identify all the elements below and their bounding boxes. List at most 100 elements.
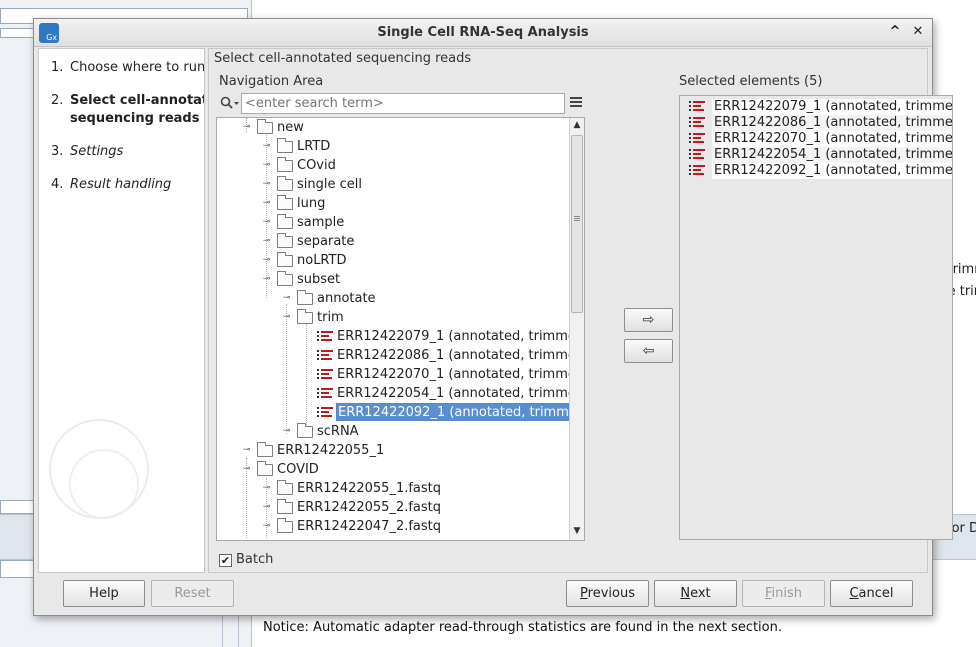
folder-icon — [257, 119, 273, 134]
tree-folder[interactable]: ⊸ COvid — [217, 156, 567, 175]
reset-button[interactable]: Reset — [151, 580, 234, 607]
tree-folder[interactable]: ⊸ ERR12422055_1.fastq — [217, 479, 567, 498]
collapsed-icon[interactable]: ⊸ — [262, 218, 271, 227]
folder-icon — [277, 252, 293, 267]
wizard-dialog: Gx Single Cell RNA-Seq Analysis ^ ✕ 1. C… — [33, 18, 953, 616]
folder-icon — [277, 233, 293, 248]
cancel-button[interactable]: Cancel — [830, 580, 913, 607]
collapsed-icon[interactable]: ⊸ — [262, 503, 271, 512]
folder-open-icon — [277, 271, 293, 286]
sequence-list-icon — [317, 350, 333, 362]
tree-folder[interactable]: ⊸ scRNA — [217, 422, 567, 441]
tree-sequence-item[interactable]: ERR12422054_1 (annotated, trimmed) — [217, 384, 584, 403]
tree-folder[interactable]: ⊸ LRTD — [217, 137, 567, 156]
scroll-down-icon[interactable]: ▼ — [572, 526, 582, 536]
main-panel: Select cell-annotated sequencing reads N… — [208, 48, 953, 573]
collapsed-icon[interactable]: ⊸ — [262, 161, 271, 170]
expanded-icon[interactable]: ⊸ — [242, 123, 251, 132]
search-input[interactable] — [241, 93, 565, 114]
sequence-list-icon — [317, 331, 333, 343]
folder-icon — [277, 480, 293, 495]
folder-open-icon — [297, 309, 313, 324]
remove-from-selection-button[interactable]: ⇦ — [624, 339, 673, 363]
help-button[interactable]: Help — [63, 580, 145, 607]
tree-folder[interactable]: ⊸ COVID — [217, 460, 567, 479]
collapse-icon[interactable]: ^ — [887, 24, 903, 40]
add-to-selection-button[interactable]: ⇨ — [624, 308, 673, 332]
tree-sequence-item[interactable]: ERR12422079_1 (annotated, trimmed) — [217, 327, 584, 346]
selected-item[interactable]: ERR12422092_1 (annotated, trimmed) — [683, 163, 952, 179]
selected-item[interactable]: ERR12422086_1 (annotated, trimmed) — [683, 115, 952, 131]
tree-folder[interactable]: ⊸ single cell — [217, 175, 567, 194]
folder-icon — [277, 157, 293, 172]
selected-item[interactable]: ERR12422054_1 (annotated, trimmed) — [683, 147, 952, 163]
next-button[interactable]: Next — [654, 580, 737, 607]
collapsed-icon[interactable]: ⊸ — [262, 484, 271, 493]
tree-sequence-item[interactable]: ERR12422070_1 (annotated, trimmed) — [217, 365, 584, 384]
collapsed-icon[interactable]: ⊸ — [242, 446, 251, 455]
sequence-list-icon — [689, 117, 705, 129]
tree-folder[interactable]: ⊸ ERR12422047_2.fastq — [217, 517, 567, 536]
watermark-graphic — [69, 449, 139, 519]
sequence-list-icon — [689, 101, 705, 113]
selected-item[interactable]: ERR12422070_1 (annotated, trimmed) — [683, 131, 952, 147]
collapsed-icon[interactable]: ⊸ — [262, 522, 271, 531]
tree-folder[interactable]: ⊸ noLRTD — [217, 251, 567, 270]
steps-panel: 1. Choose where to run 2. Select cell-an… — [38, 48, 205, 573]
tree-folder[interactable]: ⊸ trim — [217, 308, 567, 327]
collapsed-icon[interactable]: ⊸ — [282, 427, 291, 436]
sequence-list-icon — [317, 388, 333, 400]
sequence-list-icon — [689, 133, 705, 145]
collapsed-icon[interactable]: ⊸ — [262, 142, 271, 151]
scroll-up-icon[interactable]: ▲ — [572, 120, 582, 130]
collapsed-icon[interactable]: ⊸ — [262, 256, 271, 265]
sequence-list-icon — [689, 149, 705, 161]
dialog-title: Single Cell RNA-Seq Analysis — [377, 25, 589, 40]
tree-folder[interactable]: ⊸ ERR12422055_1 — [217, 441, 567, 460]
sequence-list-icon — [317, 369, 333, 381]
tree-folder[interactable]: ⊸ lung — [217, 194, 567, 213]
tree-folder[interactable]: ⊸ sample — [217, 213, 567, 232]
tree-folder[interactable]: ⊸ annotate — [217, 289, 567, 308]
background-notice: Notice: Automatic adapter read-through s… — [263, 620, 782, 635]
previous-button[interactable]: Previous — [566, 580, 649, 607]
expanded-icon[interactable]: ⊸ — [262, 275, 271, 284]
folder-icon — [277, 518, 293, 533]
navigation-tree[interactable]: ⊸ new ⊸ LRTD ⊸ COvid ⊸ single cell ⊸ lun… — [216, 117, 585, 541]
tree-folder[interactable]: ⊸ ERR12422055_2.fastq — [217, 498, 567, 517]
folder-icon — [277, 138, 293, 153]
sequence-list-icon — [689, 165, 705, 177]
finish-button[interactable]: Finish — [742, 580, 825, 607]
panel-header: Select cell-annotated sequencing reads — [214, 51, 472, 66]
expanded-icon[interactable]: ⊸ — [242, 465, 251, 474]
collapsed-icon[interactable]: ⊸ — [282, 294, 291, 303]
dialog-titlebar[interactable]: Gx Single Cell RNA-Seq Analysis ^ ✕ — [34, 19, 932, 47]
selected-elements-list[interactable]: ERR12422079_1 (annotated, trimmed) ERR12… — [679, 95, 953, 540]
collapsed-icon[interactable]: ⊸ — [262, 199, 271, 208]
background-divider — [238, 614, 239, 647]
filter-menu-icon[interactable] — [570, 97, 582, 109]
tree-sequence-item-selected[interactable]: ERR12422092_1 (annotated, trimmed) — [217, 403, 584, 422]
folder-icon — [277, 195, 293, 210]
folder-icon — [277, 176, 293, 191]
tree-folder[interactable]: ⊸ separate — [217, 232, 567, 251]
sequence-list-icon — [317, 407, 333, 419]
expanded-icon[interactable]: ⊸ — [282, 313, 291, 322]
scrollbar-thumb[interactable] — [571, 135, 583, 313]
close-icon[interactable]: ✕ — [910, 24, 926, 40]
batch-checkbox[interactable]: ✔ — [219, 554, 232, 567]
tree-sequence-item[interactable]: ERR12422086_1 (annotated, trimmed) — [217, 346, 584, 365]
folder-icon — [277, 214, 293, 229]
search-icon[interactable] — [220, 96, 240, 112]
tree-folder[interactable]: ⊸ subset — [217, 270, 567, 289]
collapsed-icon[interactable]: ⊸ — [262, 237, 271, 246]
tree-scrollbar[interactable]: ▲ ▼ — [569, 118, 584, 540]
tree-folder[interactable]: ⊸ new — [217, 118, 567, 137]
collapsed-icon[interactable]: ⊸ — [262, 180, 271, 189]
folder-icon — [297, 423, 313, 438]
folder-icon — [257, 442, 273, 457]
folder-open-icon — [257, 461, 273, 476]
navigation-area-label: Navigation Area — [219, 74, 324, 89]
selected-elements-label: Selected elements (5) — [679, 74, 823, 89]
selected-item[interactable]: ERR12422079_1 (annotated, trimmed) — [683, 99, 952, 115]
